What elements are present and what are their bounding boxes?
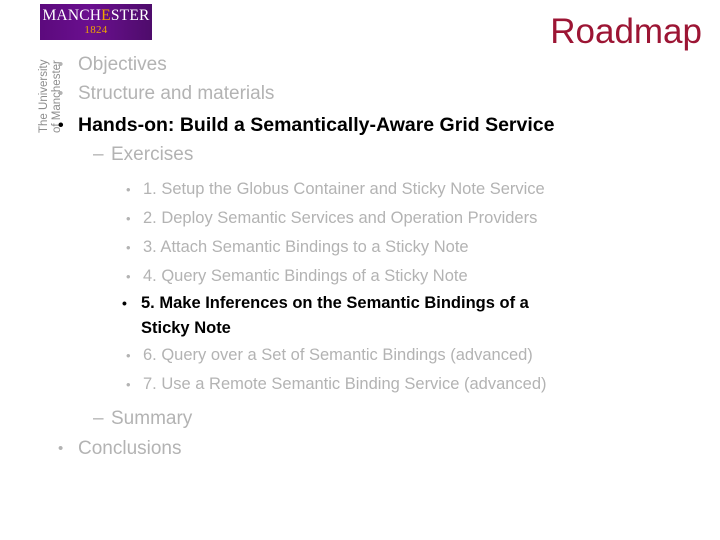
outline-item-label: Structure and materials: [78, 83, 275, 104]
bullet-icon: •: [58, 440, 64, 457]
outline-item-label: 2. Deploy Semantic Services and Operatio…: [143, 209, 538, 227]
bullet-icon: •: [126, 240, 131, 255]
outline-item-label: 5. Make Inferences on the Semantic Bindi…: [141, 294, 529, 337]
outline-item-summary: – Summary: [0, 404, 720, 434]
outline-item-objectives: • Objectives: [0, 50, 720, 79]
bullet-icon: •: [58, 117, 64, 134]
slide-canvas: MANCHESTER 1824 The University of Manche…: [0, 0, 720, 540]
bullet-icon: •: [58, 56, 64, 73]
wordmark-highlight-letter: E: [101, 6, 111, 24]
outline-item-label: 4. Query Semantic Bindings of a Sticky N…: [143, 267, 468, 285]
dash-icon: –: [93, 408, 104, 429]
outline-item-exercise-5: • 5. Make Inferences on the Semantic Bin…: [0, 291, 720, 341]
outline-item-hands-on: • Hands-on: Build a Semantically-Aware G…: [0, 111, 720, 140]
outline-item-exercises: – Exercises: [0, 140, 720, 170]
outline-item-exercise-4: • 4. Query Semantic Bindings of a Sticky…: [0, 262, 720, 291]
outline-item-label: Hands-on: Build a Semantically-Aware Gri…: [78, 114, 555, 136]
bullet-icon: •: [122, 295, 127, 311]
outline-item-label: 3. Attach Semantic Bindings to a Sticky …: [143, 238, 469, 256]
wordmark-suffix: STER: [110, 6, 150, 24]
outline-item-exercise-3: • 3. Attach Semantic Bindings to a Stick…: [0, 233, 720, 262]
dash-icon: –: [93, 144, 104, 165]
bullet-icon: •: [126, 269, 131, 284]
founding-year: 1824: [84, 24, 108, 37]
outline-item-exercise-6: • 6. Query over a Set of Semantic Bindin…: [0, 341, 720, 370]
outline-item-label: Conclusions: [78, 438, 182, 459]
outline-item-label: Objectives: [78, 54, 167, 75]
slide-body: • Objectives • Structure and materials •…: [0, 50, 720, 463]
outline-item-label: Summary: [111, 408, 193, 429]
outline-item-label: 6. Query over a Set of Semantic Bindings…: [143, 346, 533, 364]
page-title: Roadmap: [550, 12, 702, 51]
bullet-icon: •: [126, 211, 131, 226]
bullet-icon: •: [126, 377, 131, 392]
outline-item-conclusions: • Conclusions: [0, 434, 720, 463]
outline-item-label: 1. Setup the Globus Container and Sticky…: [143, 180, 545, 198]
bullet-icon: •: [126, 348, 131, 363]
outline-item-label: 7. Use a Remote Semantic Binding Service…: [143, 375, 547, 393]
outline-item-exercise-7: • 7. Use a Remote Semantic Binding Servi…: [0, 370, 720, 399]
wordmark-prefix: MANCH: [42, 6, 102, 24]
bullet-icon: •: [126, 182, 131, 197]
outline-item-structure-and-materials: • Structure and materials: [0, 79, 720, 108]
outline-item-exercise-1: • 1. Setup the Globus Container and Stic…: [0, 175, 720, 204]
bullet-icon: •: [58, 85, 64, 102]
manchester-wordmark: MANCHESTER: [42, 8, 149, 24]
outline-item-exercise-2: • 2. Deploy Semantic Services and Operat…: [0, 204, 720, 233]
outline-item-label: Exercises: [111, 144, 194, 165]
